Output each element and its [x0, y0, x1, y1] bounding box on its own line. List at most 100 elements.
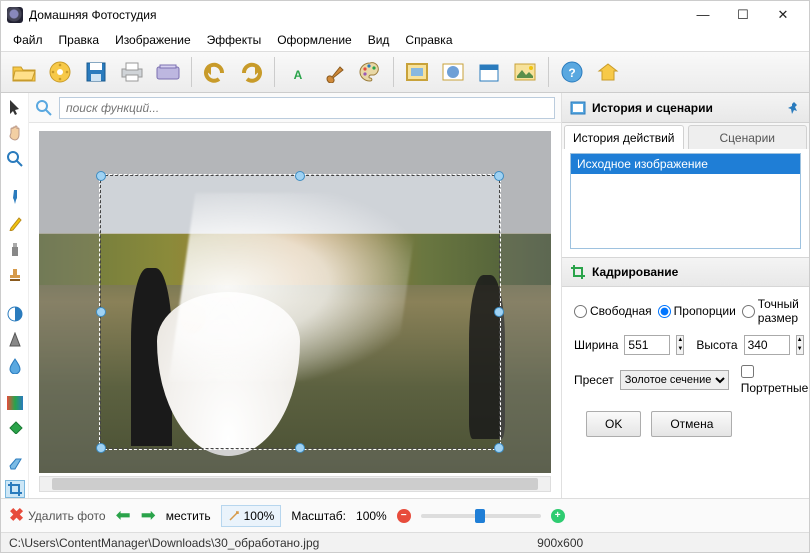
undo-icon[interactable]	[198, 55, 232, 89]
crop-section-title: Кадрирование	[592, 265, 678, 279]
crop-handle-se[interactable]	[494, 443, 504, 453]
history-panel-icon	[570, 101, 586, 115]
width-label: Ширина	[574, 338, 618, 352]
width-spinner[interactable]: ▲▼	[676, 335, 684, 355]
tab-scenarios[interactable]: Сценарии	[688, 125, 808, 149]
main-toolbar: A ?	[1, 51, 809, 93]
calendar-icon[interactable]	[472, 55, 506, 89]
crop-handle-nw[interactable]	[96, 171, 106, 181]
spray-tool-icon[interactable]	[5, 241, 25, 257]
brush-icon[interactable]	[317, 55, 351, 89]
canvas[interactable]	[29, 123, 561, 498]
history-item[interactable]: Исходное изображение	[571, 154, 800, 174]
postcard-icon[interactable]	[508, 55, 542, 89]
scale-value: 100%	[356, 509, 387, 523]
radio-free[interactable]: Свободная	[574, 304, 652, 318]
crop-handle-ne[interactable]	[494, 171, 504, 181]
crop-handle-sw[interactable]	[96, 443, 106, 453]
crop-tool-icon[interactable]	[5, 480, 25, 498]
crop-handle-s[interactable]	[295, 443, 305, 453]
radio-exact[interactable]: Точный размер	[742, 297, 799, 325]
brush-tool-icon[interactable]	[5, 189, 25, 205]
scale-label: Масштаб:	[291, 509, 346, 523]
wand-icon	[228, 510, 240, 522]
mask-icon[interactable]	[436, 55, 470, 89]
menu-help[interactable]: Справка	[397, 31, 460, 49]
maximize-button[interactable]: ☐	[723, 3, 763, 27]
frame-icon[interactable]	[400, 55, 434, 89]
contrast-tool-icon[interactable]	[5, 306, 25, 322]
scan-icon[interactable]	[151, 55, 185, 89]
crop-handle-n[interactable]	[295, 171, 305, 181]
menu-view[interactable]: Вид	[360, 31, 398, 49]
left-toolbox	[1, 93, 29, 498]
print-icon[interactable]	[115, 55, 149, 89]
portrait-checkbox[interactable]: Портретные	[741, 365, 809, 395]
crop-section-icon	[570, 264, 586, 280]
tab-history[interactable]: История действий	[564, 125, 684, 149]
zoom-in-icon[interactable]: +	[551, 509, 565, 523]
delete-photo-button[interactable]: ✖ Удалить фото	[9, 505, 106, 526]
status-path: C:\Users\ContentManager\Downloads\30_обр…	[9, 536, 319, 550]
svg-text:A: A	[294, 68, 303, 82]
menu-effects[interactable]: Эффекты	[199, 31, 270, 49]
blur-tool-icon[interactable]	[5, 358, 25, 374]
pointer-tool-icon[interactable]	[5, 99, 25, 115]
bottom-bar: ✖ Удалить фото ⬅ ➡ местить 100% Масштаб:…	[1, 498, 809, 532]
menu-image[interactable]: Изображение	[107, 31, 199, 49]
sharpen-tool-icon[interactable]	[5, 332, 25, 348]
save-icon[interactable]	[79, 55, 113, 89]
horizontal-scrollbar[interactable]	[39, 476, 551, 492]
menubar: Файл Правка Изображение Эффекты Оформлен…	[1, 29, 809, 51]
menu-decoration[interactable]: Оформление	[269, 31, 359, 49]
ok-button[interactable]: OK	[586, 411, 641, 437]
pin-icon[interactable]	[787, 101, 801, 115]
titlebar: Домашняя Фотостудия — ☐ ✕	[1, 1, 809, 29]
eraser-tool-icon[interactable]	[5, 456, 25, 470]
zoom-out-icon[interactable]: −	[397, 509, 411, 523]
crop-handle-e[interactable]	[494, 307, 504, 317]
zoom-slider[interactable]	[421, 514, 541, 518]
photo-preview	[39, 131, 551, 473]
redo-icon[interactable]	[234, 55, 268, 89]
search-row	[29, 93, 561, 123]
hand-tool-icon[interactable]	[5, 125, 25, 141]
preset-select[interactable]: Золотое сечение	[620, 370, 729, 390]
prev-arrow-icon[interactable]: ⬅	[116, 505, 131, 526]
height-spinner[interactable]: ▲▼	[796, 335, 804, 355]
palette-icon[interactable]	[353, 55, 387, 89]
height-label: Высота	[696, 338, 737, 352]
minimize-button[interactable]: —	[683, 3, 723, 27]
fit-zoom-button[interactable]: 100%	[221, 505, 282, 527]
search-icon	[35, 99, 53, 117]
delete-icon: ✖	[9, 505, 24, 526]
move-label: местить	[166, 509, 211, 523]
app-icon	[7, 7, 23, 23]
gradient-tool-icon[interactable]	[5, 396, 25, 410]
help-icon[interactable]: ?	[555, 55, 589, 89]
pencil-tool-icon[interactable]	[5, 215, 25, 231]
window-title: Домашняя Фотостудия	[29, 8, 683, 22]
menu-file[interactable]: Файл	[5, 31, 51, 49]
zoom-tool-icon[interactable]	[5, 151, 25, 167]
open-icon[interactable]	[7, 55, 41, 89]
fill-tool-icon[interactable]	[5, 420, 25, 434]
radio-proportions[interactable]: Пропорции	[658, 304, 736, 318]
home-icon[interactable]	[591, 55, 625, 89]
crop-rectangle[interactable]	[100, 175, 499, 449]
history-header: История и сценарии	[592, 101, 713, 115]
text-icon[interactable]: A	[281, 55, 315, 89]
crop-handle-w[interactable]	[96, 307, 106, 317]
search-input[interactable]	[59, 97, 555, 119]
cancel-button[interactable]: Отмена	[651, 411, 732, 437]
close-button[interactable]: ✕	[763, 3, 803, 27]
right-panel: История и сценарии История действий Сцен…	[561, 93, 809, 498]
status-dimensions: 900x600	[537, 536, 583, 550]
stamp-tool-icon[interactable]	[5, 267, 25, 283]
catalog-icon[interactable]	[43, 55, 77, 89]
height-input[interactable]	[744, 335, 790, 355]
width-input[interactable]	[624, 335, 670, 355]
next-arrow-icon[interactable]: ➡	[141, 505, 156, 526]
menu-edit[interactable]: Правка	[51, 31, 108, 49]
history-list[interactable]: Исходное изображение	[570, 153, 801, 249]
